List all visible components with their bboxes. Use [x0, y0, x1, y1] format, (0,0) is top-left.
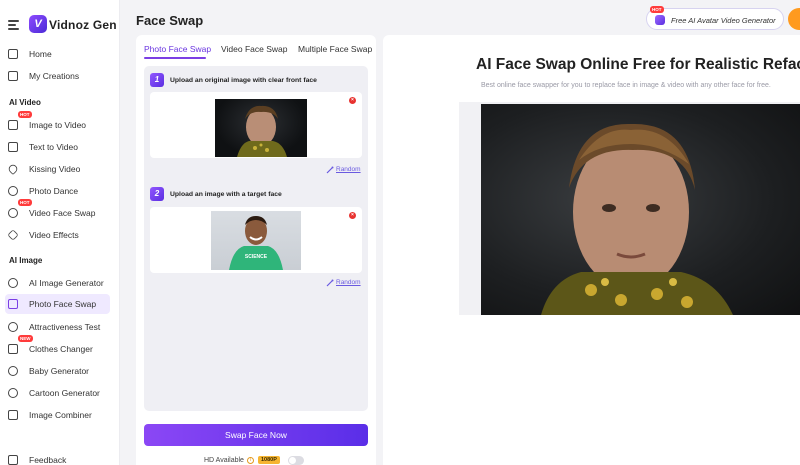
sidebar-item-label: Home	[29, 49, 52, 59]
hd-row: HD Available i 1080P	[204, 454, 304, 465]
sidebar-item-image-to-video[interactable]: HOT Image to Video	[5, 111, 110, 135]
sidebar-item-label: Image to Video	[29, 120, 87, 130]
remove-icon[interactable]: ×	[349, 212, 356, 219]
face-swap-icon	[8, 299, 18, 309]
logo-icon[interactable]: V	[29, 15, 47, 33]
original-image-card[interactable]: ×	[150, 92, 362, 158]
hd-badge: 1080P	[257, 456, 280, 464]
hot-badge: HOT	[18, 111, 32, 118]
sidebar-item-label: Video Effects	[29, 230, 79, 240]
random-link[interactable]: Random	[336, 166, 361, 173]
remove-icon[interactable]: ×	[349, 97, 356, 104]
text-video-icon	[8, 142, 18, 152]
tab-indicator	[144, 57, 206, 59]
feedback-icon	[8, 455, 18, 465]
sidebar-item-my-creations[interactable]: My Creations	[5, 66, 110, 86]
sidebar-item-label: Clothes Changer	[29, 344, 93, 354]
upload-area: 1 Upload an original image with clear fr…	[144, 66, 368, 411]
sidebar-item-feedback[interactable]: Feedback	[5, 450, 110, 465]
preview-subtitle: Best online face swapper for you to repl…	[481, 82, 771, 89]
new-badge: NEW	[18, 335, 33, 342]
sidebar-item-video-effects[interactable]: Video Effects	[5, 225, 110, 245]
sidebar-item-label: Photo Face Swap	[29, 299, 97, 309]
tab-photo-face-swap[interactable]: Photo Face Swap	[144, 44, 211, 54]
preview-title: AI Face Swap Online Free for Realistic R…	[476, 56, 800, 73]
target-image: SCIENCE	[211, 211, 301, 270]
dance-icon	[8, 186, 18, 196]
swap-face-button[interactable]: Swap Face Now	[144, 424, 368, 446]
info-icon[interactable]: i	[246, 456, 254, 464]
sidebar-item-clothes-changer[interactable]: NEW Clothes Changer	[5, 335, 110, 359]
sidebar-item-label: Cartoon Generator	[29, 388, 100, 398]
baby-icon	[8, 366, 18, 376]
section-title-ai-image: AI Image	[9, 256, 43, 265]
sidebar-item-label: Baby Generator	[29, 366, 90, 376]
tab-video-face-swap[interactable]: Video Face Swap	[221, 44, 287, 54]
promo-label: Free AI Avatar Video Generator	[671, 16, 776, 25]
sidebar-item-cartoon-generator[interactable]: Cartoon Generator	[5, 383, 110, 403]
folder-icon	[8, 71, 18, 81]
sidebar-item-video-face-swap[interactable]: HOT Video Face Swap	[5, 199, 110, 223]
brand: V Vidnoz Gen	[0, 0, 120, 50]
step-label: Upload an image with a target face	[170, 191, 282, 198]
avatar-video-icon	[655, 15, 665, 25]
svg-text:SCIENCE: SCIENCE	[245, 254, 268, 260]
cartoon-icon	[8, 388, 18, 398]
tabs: Photo Face Swap Video Face Swap Multiple…	[136, 35, 376, 59]
sidebar-item-label: AI Image Generator	[29, 278, 104, 288]
sidebar-item-photo-face-swap[interactable]: Photo Face Swap	[5, 294, 110, 314]
preview-panel: AI Face Swap Online Free for Realistic R…	[383, 35, 800, 465]
sidebar-item-label: Photo Dance	[29, 186, 79, 196]
menu-icon[interactable]	[8, 20, 19, 30]
sidebar: V Vidnoz Gen Home My Creations AI Video …	[0, 0, 120, 465]
target-image-card[interactable]: SCIENCE ×	[150, 207, 362, 273]
sidebar-item-ai-image-generator[interactable]: AI Image Generator	[5, 273, 110, 293]
sidebar-item-label: Text to Video	[29, 142, 78, 152]
step-label: Upload an original image with clear fron…	[170, 77, 317, 84]
sidebar-item-home[interactable]: Home	[5, 44, 110, 64]
step-number: 1	[150, 73, 164, 87]
sidebar-item-label: Attractiveness Test	[29, 322, 101, 332]
sidebar-item-label: Kissing Video	[29, 164, 81, 174]
hot-badge: HOT	[650, 6, 664, 13]
sidebar-item-image-combiner[interactable]: Image Combiner	[5, 405, 110, 425]
image-gen-icon	[8, 278, 18, 288]
preview-image	[481, 104, 800, 315]
image-video-icon	[8, 120, 18, 130]
random-link[interactable]: Random	[336, 279, 361, 286]
sidebar-item-label: Video Face Swap	[29, 208, 96, 218]
wand-icon	[326, 279, 334, 287]
tab-multiple-face-swap[interactable]: Multiple Face Swap	[298, 44, 372, 54]
sidebar-item-photo-dance[interactable]: Photo Dance	[5, 181, 110, 201]
sidebar-item-baby-generator[interactable]: Baby Generator	[5, 361, 110, 381]
sidebar-item-attractiveness-test[interactable]: Attractiveness Test	[5, 317, 110, 337]
sidebar-item-kissing-video[interactable]: Kissing Video	[5, 159, 110, 179]
sidebar-item-text-to-video[interactable]: Text to Video	[5, 137, 110, 157]
sidebar-item-label: My Creations	[29, 71, 80, 81]
preview-frame	[459, 102, 800, 315]
original-image	[215, 99, 307, 157]
hd-toggle[interactable]	[287, 455, 304, 465]
step-number: 2	[150, 187, 164, 201]
logo-text[interactable]: Vidnoz Gen	[49, 18, 117, 32]
wand-icon	[326, 166, 334, 174]
face-test-icon	[8, 322, 18, 332]
shirt-icon	[8, 344, 18, 354]
page-title: Face Swap	[136, 13, 204, 28]
hot-badge: HOT	[18, 199, 32, 206]
sidebar-item-label: Feedback	[29, 455, 67, 465]
heart-icon	[6, 162, 20, 176]
home-icon	[8, 49, 18, 59]
face-swap-panel: Photo Face Swap Video Face Swap Multiple…	[136, 35, 376, 465]
combine-icon	[8, 410, 18, 420]
section-title-ai-video: AI Video	[9, 98, 41, 107]
hd-label: HD Available	[204, 456, 244, 464]
sidebar-item-label: Image Combiner	[29, 410, 92, 420]
sparkle-icon	[7, 229, 19, 241]
promo-button[interactable]: HOT Free AI Avatar Video Generator	[646, 6, 784, 30]
account-button[interactable]	[788, 8, 800, 30]
video-swap-icon	[8, 208, 18, 218]
